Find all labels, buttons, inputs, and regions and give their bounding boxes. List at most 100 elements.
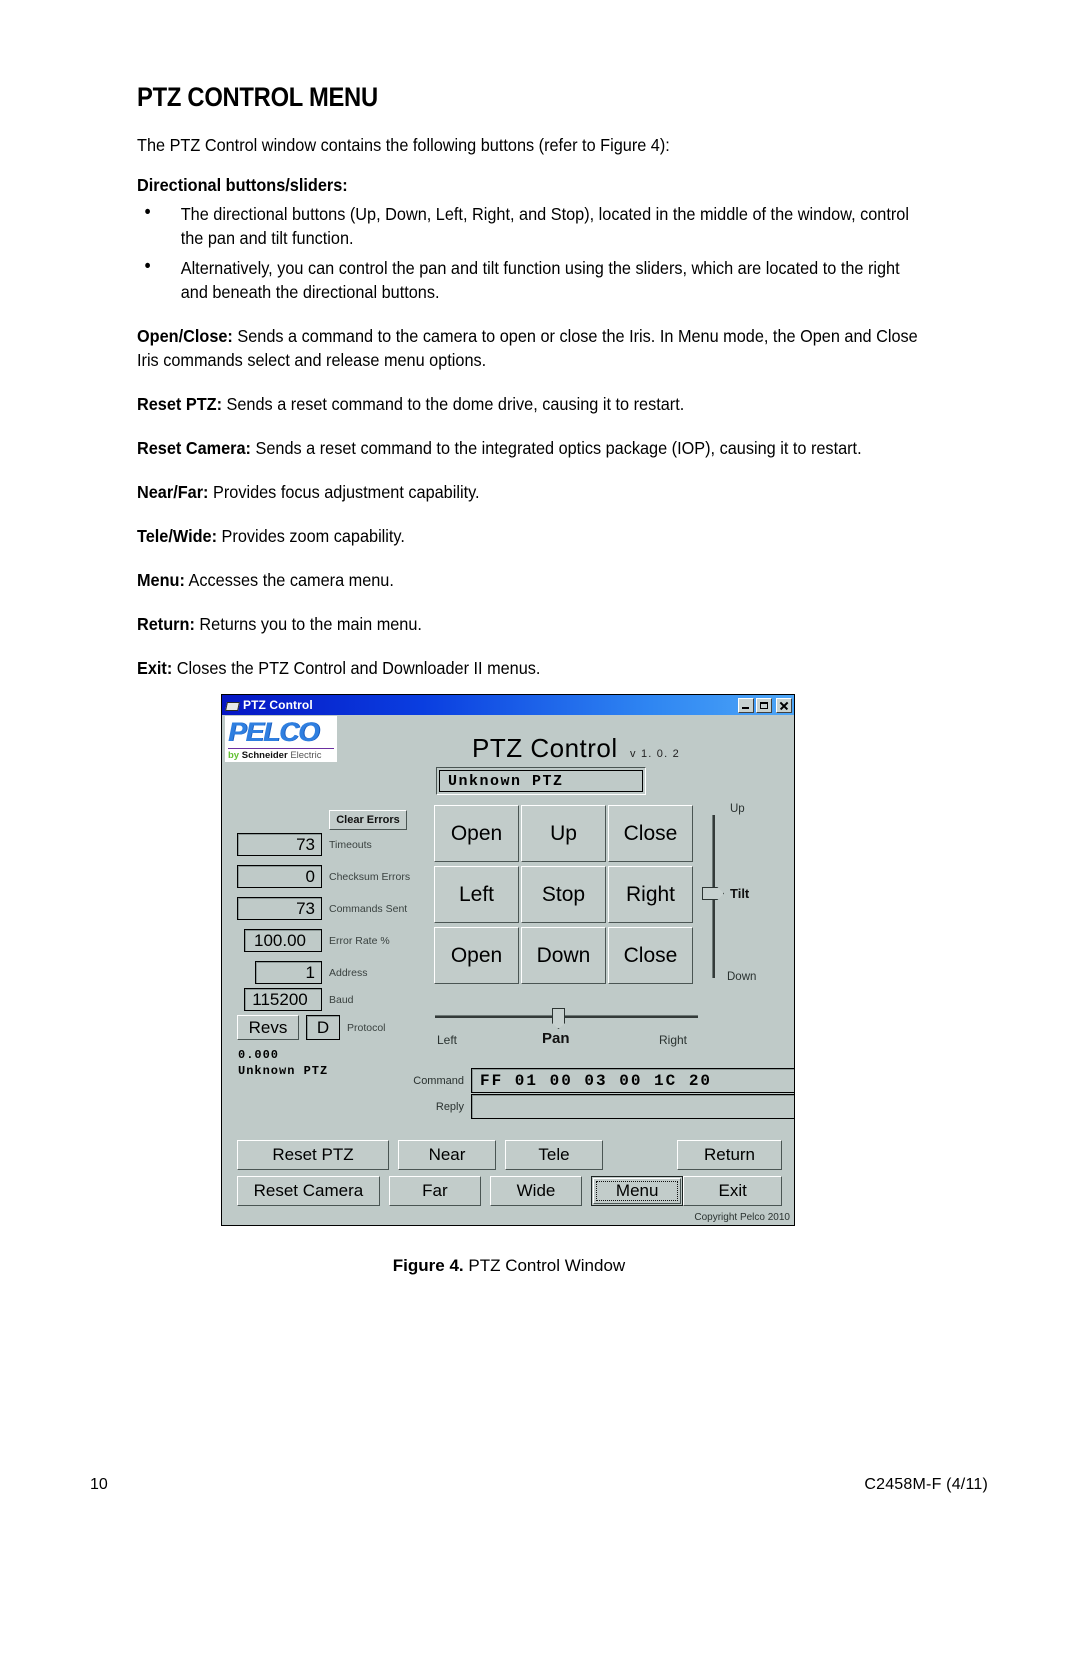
return-button[interactable]: Return — [677, 1140, 782, 1170]
definition-term: Near/Far: — [137, 482, 209, 502]
logo-by: by — [228, 750, 240, 761]
stat-value: 0 — [237, 865, 322, 888]
logo-divider — [228, 748, 334, 749]
revs-button[interactable]: Revs — [237, 1015, 299, 1040]
bottom-button-area: Reset PTZ Near Tele Return Reset Camera … — [237, 1140, 782, 1212]
tilt-up-label: Up — [730, 803, 745, 815]
stat-label: Baud — [329, 993, 354, 1006]
right-button[interactable]: Right — [608, 866, 693, 923]
iris-open-button-bottom[interactable]: Open — [434, 927, 519, 984]
direction-pad: Open Up Close Left Stop Right Open Down … — [434, 805, 693, 984]
figure-caption-text: PTZ Control Window — [468, 1256, 626, 1275]
directional-bullet-list: The directional buttons (Up, Down, Left,… — [137, 201, 923, 304]
device-name-field: Unknown PTZ — [436, 767, 646, 795]
definition-reset-ptz: Reset PTZ: Sends a reset command to the … — [137, 392, 923, 416]
left-button[interactable]: Left — [434, 866, 519, 923]
logo-tagline: by Schneider Electric — [228, 750, 334, 761]
tilt-label: Tilt — [730, 886, 750, 901]
far-button[interactable]: Far — [388, 1176, 481, 1206]
window-controls — [738, 697, 792, 713]
stat-label: Address — [329, 966, 368, 979]
definition-exit: Exit: Closes the PTZ Control and Downloa… — [137, 656, 923, 680]
definition-term: Reset PTZ: — [137, 394, 223, 414]
reset-ptz-button[interactable]: Reset PTZ — [237, 1140, 389, 1170]
menu-button-wrapper: Menu — [591, 1176, 684, 1206]
window-client-area: PELCO by Schneider Electric PTZ Control … — [222, 715, 794, 1225]
protocol-value: D — [306, 1015, 340, 1040]
definition-tele-wide: Tele/Wide: Provides zoom capability. — [137, 524, 923, 548]
status-revs-value: 0.000 — [238, 1048, 280, 1062]
command-label: Command — [413, 1074, 464, 1087]
figure-caption: Figure 4. PTZ Control Window — [221, 1256, 797, 1276]
stat-label: Commands Sent — [329, 902, 408, 915]
figure-4: PTZ Control PELCO by Schneider Electric … — [221, 694, 797, 1276]
definition-text: Sends a command to the camera to open or… — [137, 326, 918, 370]
definition-term: Open/Close: — [137, 326, 233, 346]
stat-timeouts: 73 Timeouts — [237, 833, 372, 856]
definition-term: Tele/Wide: — [137, 526, 218, 546]
ptz-control-window: PTZ Control PELCO by Schneider Electric … — [221, 694, 795, 1226]
stat-value: 1 — [255, 961, 322, 984]
maximize-icon[interactable] — [756, 697, 772, 713]
figure-caption-label: Figure 4. — [392, 1256, 464, 1275]
definition-text: Closes the PTZ Control and Downloader II… — [172, 658, 541, 678]
definition-text: Sends a reset command to the integrated … — [250, 438, 862, 458]
stat-value: 115200 — [244, 988, 322, 1011]
definition-text: Sends a reset command to the dome drive,… — [222, 394, 685, 414]
stat-label: Timeouts — [329, 838, 372, 851]
pan-slider-track[interactable] — [435, 1015, 698, 1018]
pelco-wordmark: PELCO — [228, 717, 320, 747]
pan-slider-thumb[interactable] — [552, 1008, 565, 1029]
protocol-label: Protocol — [347, 1021, 386, 1034]
tele-button[interactable]: Tele — [505, 1140, 603, 1170]
command-row: Command FF 01 00 03 00 1C 20 — [402, 1068, 794, 1093]
reply-field — [471, 1094, 794, 1119]
near-button[interactable]: Near — [398, 1140, 496, 1170]
window-title: PTZ Control — [243, 698, 313, 712]
stat-value: 100.00 — [244, 929, 322, 952]
clear-errors-button[interactable]: Clear Errors — [329, 810, 407, 830]
definition-text: Accesses the camera menu. — [184, 570, 394, 590]
definition-reset-camera: Reset Camera: Sends a reset command to t… — [137, 436, 923, 460]
pelco-logo: PELCO by Schneider Electric — [225, 716, 337, 762]
protocol-row: Revs D Protocol — [237, 1015, 386, 1040]
reset-camera-button[interactable]: Reset Camera — [237, 1176, 380, 1206]
window-titlebar: PTZ Control — [222, 695, 794, 715]
definition-text: Provides zoom capability. — [217, 526, 405, 546]
list-item: The directional buttons (Up, Down, Left,… — [137, 201, 923, 250]
application-icon — [225, 699, 240, 712]
stat-baud: 115200 Baud — [244, 988, 354, 1011]
exit-button[interactable]: Exit — [683, 1176, 782, 1206]
page-number: 10 — [90, 1476, 108, 1493]
stat-value: 73 — [237, 833, 322, 856]
page-title: PTZ CONTROL MENU — [137, 82, 378, 112]
stop-button[interactable]: Stop — [521, 866, 606, 923]
definition-term: Menu: — [137, 570, 185, 590]
stat-value: 73 — [237, 897, 322, 920]
section-subheading: Directional buttons/sliders: — [137, 175, 348, 195]
definition-term: Return: — [137, 614, 195, 634]
definition-term: Reset Camera: — [137, 438, 251, 458]
wide-button[interactable]: Wide — [489, 1176, 583, 1206]
definition-text: Returns you to the main menu. — [194, 614, 422, 634]
close-icon[interactable] — [776, 697, 792, 713]
definition-text: Provides focus adjustment capability. — [208, 482, 480, 502]
iris-close-button-bottom[interactable]: Close — [608, 927, 693, 984]
stat-label: Checksum Errors — [329, 870, 411, 883]
document-code: C2458M-F (4/11) — [864, 1476, 988, 1493]
document-body: PTZ CONTROL MENU The PTZ Control window … — [137, 0, 927, 680]
intro-paragraph: The PTZ Control window contains the foll… — [137, 135, 670, 155]
logo-schneider: Schneider — [241, 750, 288, 761]
menu-button[interactable]: Menu — [593, 1178, 682, 1204]
tilt-slider-thumb[interactable] — [702, 887, 724, 900]
iris-open-button-top[interactable]: Open — [434, 805, 519, 862]
app-heading: PTZ Control — [472, 733, 618, 763]
iris-close-button-top[interactable]: Close — [608, 805, 693, 862]
down-button[interactable]: Down — [521, 927, 606, 984]
status-device-value: Unknown PTZ — [238, 1064, 329, 1078]
stat-address: 1 Address — [255, 961, 368, 984]
bottom-row-1: Reset PTZ Near Tele Return — [237, 1140, 782, 1170]
up-button[interactable]: Up — [521, 805, 606, 862]
minimize-icon[interactable] — [738, 697, 754, 713]
reply-label: Reply — [435, 1100, 464, 1113]
